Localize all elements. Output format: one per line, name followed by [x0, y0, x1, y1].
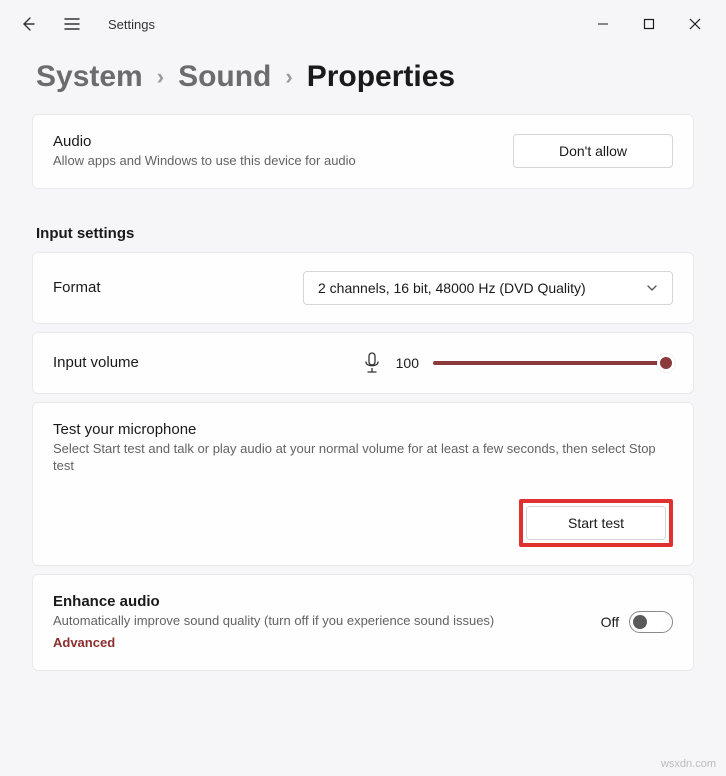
volume-value: 100 — [396, 355, 419, 371]
input-volume-card: Input volume 100 — [32, 332, 694, 394]
menu-button[interactable] — [52, 4, 92, 44]
titlebar: Settings — [0, 0, 726, 48]
enhance-subtitle: Automatically improve sound quality (tur… — [53, 612, 585, 630]
slider-thumb[interactable] — [657, 354, 675, 372]
breadcrumb-sound[interactable]: Sound — [178, 60, 271, 94]
breadcrumb: System › Sound › Properties — [0, 48, 726, 114]
hamburger-icon — [64, 17, 80, 31]
start-test-button[interactable]: Start test — [526, 506, 666, 540]
toggle-state-label: Off — [601, 614, 619, 630]
breadcrumb-system[interactable]: System — [36, 60, 143, 94]
test-mic-title: Test your microphone — [53, 421, 673, 438]
input-settings-heading: Input settings — [32, 197, 694, 252]
enhance-title: Enhance audio — [53, 593, 585, 610]
start-test-highlight: Start test — [519, 499, 673, 547]
maximize-button[interactable] — [626, 8, 672, 40]
microphone-icon — [362, 351, 382, 375]
format-label: Format — [53, 279, 101, 296]
input-volume-label: Input volume — [53, 354, 139, 371]
audio-title: Audio — [53, 133, 497, 150]
audio-permission-card: Audio Allow apps and Windows to use this… — [32, 114, 694, 189]
chevron-right-icon: › — [157, 64, 164, 90]
slider-track — [433, 361, 673, 365]
audio-subtitle: Allow apps and Windows to use this devic… — [53, 152, 497, 170]
volume-slider[interactable] — [433, 353, 673, 373]
format-card: Format 2 channels, 16 bit, 48000 Hz (DVD… — [32, 252, 694, 324]
minimize-button[interactable] — [580, 8, 626, 40]
app-title: Settings — [108, 17, 155, 32]
test-mic-subtitle: Select Start test and talk or play audio… — [53, 440, 673, 475]
dont-allow-button[interactable]: Don't allow — [513, 134, 673, 168]
arrow-left-icon — [20, 16, 36, 32]
breadcrumb-properties: Properties — [307, 60, 455, 94]
chevron-right-icon: › — [285, 64, 292, 90]
enhance-audio-toggle[interactable] — [629, 611, 673, 633]
watermark: wsxdn.com — [661, 758, 716, 770]
chevron-down-icon — [646, 282, 658, 294]
advanced-link[interactable]: Advanced — [53, 635, 115, 650]
close-icon — [689, 18, 701, 30]
back-button[interactable] — [8, 4, 48, 44]
toggle-knob — [633, 615, 647, 629]
maximize-icon — [643, 18, 655, 30]
close-button[interactable] — [672, 8, 718, 40]
enhance-audio-card: Enhance audio Automatically improve soun… — [32, 574, 694, 672]
test-microphone-card: Test your microphone Select Start test a… — [32, 402, 694, 566]
format-value: 2 channels, 16 bit, 48000 Hz (DVD Qualit… — [318, 280, 586, 296]
format-select[interactable]: 2 channels, 16 bit, 48000 Hz (DVD Qualit… — [303, 271, 673, 305]
minimize-icon — [597, 18, 609, 30]
